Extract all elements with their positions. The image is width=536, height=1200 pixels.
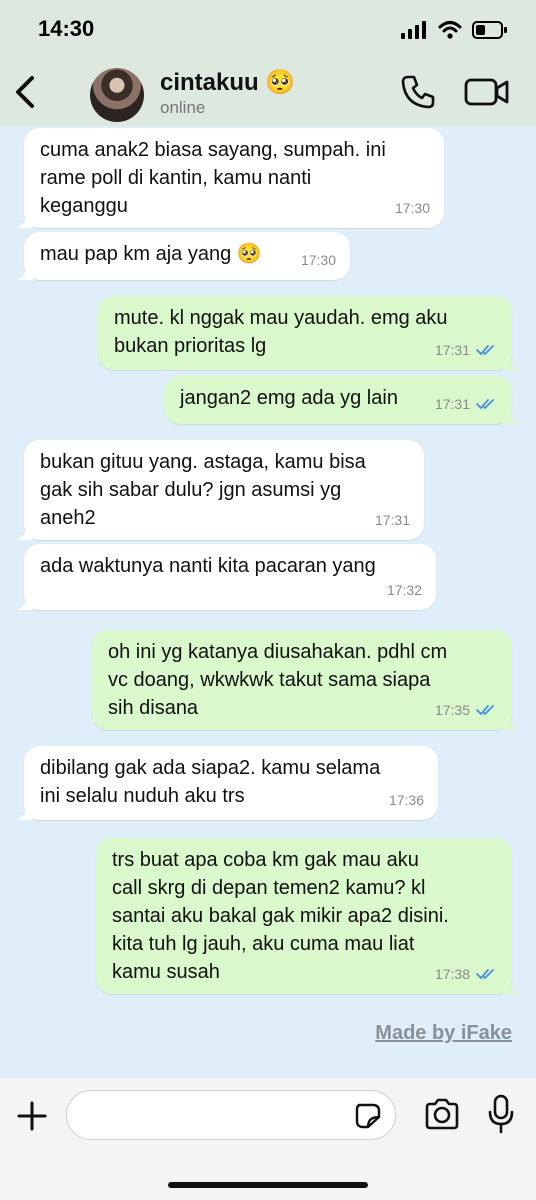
message-time: 17:31 xyxy=(434,396,470,412)
watermark-link[interactable]: Made by iFake xyxy=(375,1022,512,1045)
video-camera-icon[interactable] xyxy=(464,76,510,108)
message-time: 17:30 xyxy=(394,200,430,216)
message-outgoing[interactable]: trs buat apa coba km gak mau aku call sk… xyxy=(96,838,519,994)
bubble-tail xyxy=(503,714,519,730)
signal-icon xyxy=(401,21,426,39)
message-incoming[interactable]: dibilang gak ada siapa2. kamu selama ini… xyxy=(17,746,438,820)
message-incoming[interactable]: bukan gituu yang. astaga, kamu bisa gak … xyxy=(17,440,424,540)
message-time: 17:31 xyxy=(434,342,470,358)
message-meta: 17:38 xyxy=(435,960,498,988)
read-ticks-icon xyxy=(476,969,494,980)
read-ticks-icon xyxy=(476,705,494,716)
bubble-tail xyxy=(503,354,519,370)
bubble-tail xyxy=(17,212,33,228)
chat-header: cintakuu 🥺 online xyxy=(0,60,536,126)
home-indicator[interactable] xyxy=(168,1182,368,1188)
bubble-tail xyxy=(17,264,33,280)
sticker-icon[interactable] xyxy=(355,1103,381,1129)
message-text: ada waktunya nanti kita pacaran yang xyxy=(40,555,376,577)
message-time: 17:38 xyxy=(434,966,470,982)
message-incoming[interactable]: ada waktunya nanti kita pacaran yang 17:… xyxy=(17,544,436,610)
message-time: 17:30 xyxy=(300,252,336,268)
avatar[interactable] xyxy=(90,68,144,122)
contact-status: online xyxy=(160,98,206,117)
phone-icon[interactable] xyxy=(400,74,436,110)
contact-name[interactable]: cintakuu 🥺 xyxy=(160,68,295,97)
message-outgoing[interactable]: jangan2 emg ada yg lain 17:31 xyxy=(164,376,519,424)
message-meta: 17:31 xyxy=(435,390,498,418)
message-time: 17:36 xyxy=(388,792,424,808)
message-incoming[interactable]: cuma anak2 biasa sayang, sumpah. ini ram… xyxy=(17,128,444,228)
status-time: 14:30 xyxy=(38,16,95,41)
bubble-tail xyxy=(17,594,33,610)
message-meta: 17:36 xyxy=(389,786,424,814)
message-text: dibilang gak ada siapa2. kamu selama ini… xyxy=(40,757,381,807)
message-text: cuma anak2 biasa sayang, sumpah. ini ram… xyxy=(40,139,386,217)
message-text: bukan gituu yang. astaga, kamu bisa gak … xyxy=(40,451,366,529)
message-meta: 17:32 xyxy=(387,576,422,604)
message-meta: 17:30 xyxy=(395,194,430,222)
microphone-icon[interactable] xyxy=(488,1094,514,1134)
message-meta: 17:31 xyxy=(435,336,498,364)
message-outgoing[interactable]: oh ini yg katanya diusahakan. pdhl cm vc… xyxy=(92,630,519,730)
plus-icon[interactable] xyxy=(16,1100,48,1132)
bubble-tail xyxy=(503,408,519,424)
status-icons xyxy=(400,18,508,42)
bubble-tail xyxy=(17,524,33,540)
bubble-tail xyxy=(503,978,519,994)
status-bar: 14:30 xyxy=(0,0,536,60)
message-text: mau pap km aja yang 🥺 xyxy=(40,243,262,265)
message-meta: 17:30 xyxy=(301,246,336,274)
battery-icon xyxy=(472,21,507,39)
message-input[interactable] xyxy=(66,1090,396,1140)
message-outgoing[interactable]: mute. kl nggak mau yaudah. emg aku bukan… xyxy=(98,296,519,370)
message-time: 17:31 xyxy=(374,512,410,528)
read-ticks-icon xyxy=(476,345,494,356)
read-ticks-icon xyxy=(476,399,494,410)
message-time: 17:32 xyxy=(386,582,422,598)
message-meta: 17:31 xyxy=(375,506,410,534)
bubble-tail xyxy=(17,804,33,820)
wifi-icon xyxy=(438,21,462,39)
camera-icon[interactable] xyxy=(424,1098,460,1130)
chat-area[interactable]: cuma anak2 biasa sayang, sumpah. ini ram… xyxy=(0,126,536,1078)
back-chevron-icon[interactable] xyxy=(12,74,42,110)
message-meta: 17:35 xyxy=(435,696,498,724)
message-incoming[interactable]: mau pap km aja yang 🥺 17:30 xyxy=(17,232,350,280)
message-time: 17:35 xyxy=(434,702,470,718)
